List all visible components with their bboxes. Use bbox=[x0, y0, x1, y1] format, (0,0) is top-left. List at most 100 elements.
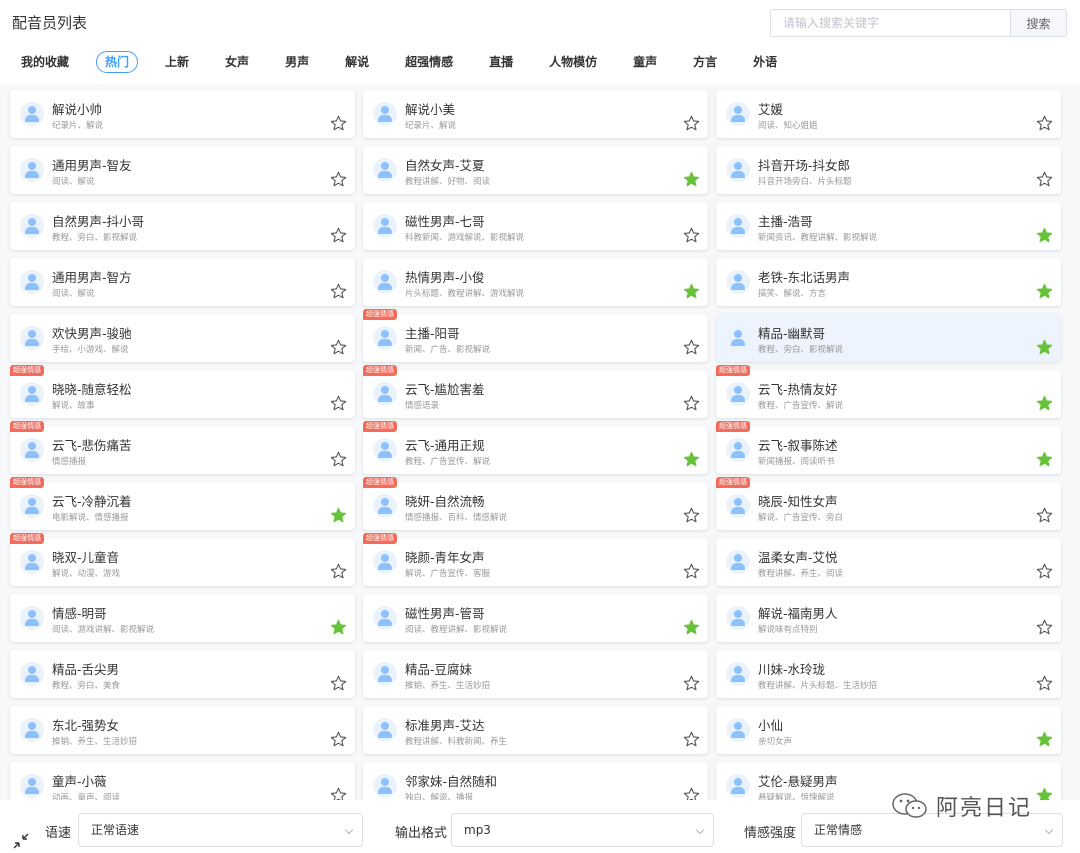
voice-card[interactable]: 晓妍-自然流畅 情感播报、百科、情感解说 超强情感 bbox=[363, 477, 708, 530]
voice-tags: 教程讲解、片头标题、生活妙招 bbox=[758, 681, 878, 691]
emotion-badge: 超强情感 bbox=[363, 365, 397, 376]
favorite-star-filled-icon[interactable] bbox=[1036, 283, 1053, 300]
voice-card[interactable]: 精品-幽默哥 教程、旁白、影视解说 bbox=[716, 314, 1061, 362]
favorite-star-icon[interactable] bbox=[330, 395, 347, 412]
favorite-star-icon[interactable] bbox=[683, 731, 700, 748]
voice-card[interactable]: 晓颜-青年女声 解说、广告宣传、客服 超强情感 bbox=[363, 533, 708, 586]
format-select-value: mp3 bbox=[464, 823, 491, 837]
favorite-star-icon[interactable] bbox=[683, 675, 700, 692]
favorite-star-filled-icon[interactable] bbox=[1036, 395, 1053, 412]
favorite-star-icon[interactable] bbox=[330, 563, 347, 580]
voice-card[interactable]: 晓辰-知性女声 解说、广告宣传、旁白 超强情感 bbox=[716, 477, 1061, 530]
voice-card[interactable]: 云飞-热情友好 教程、广告宣传、解说 超强情感 bbox=[716, 365, 1061, 418]
favorite-star-filled-icon[interactable] bbox=[1036, 731, 1053, 748]
voice-card[interactable]: 云飞-叙事陈述 新闻播报、阅读听书 超强情感 bbox=[716, 421, 1061, 474]
favorite-star-icon[interactable] bbox=[683, 395, 700, 412]
tab-10[interactable]: 方言 bbox=[684, 51, 726, 73]
favorite-star-filled-icon[interactable] bbox=[1036, 787, 1053, 800]
tab-1[interactable]: 热门 bbox=[96, 51, 139, 73]
favorite-star-icon[interactable] bbox=[330, 115, 347, 132]
favorite-star-filled-icon[interactable] bbox=[683, 619, 700, 636]
favorite-star-icon[interactable] bbox=[330, 451, 347, 468]
favorite-star-filled-icon[interactable] bbox=[683, 283, 700, 300]
voice-card[interactable]: 晓晓-随意轻松 解说、故事 超强情感 bbox=[10, 365, 355, 418]
tab-8[interactable]: 人物模仿 bbox=[540, 51, 606, 73]
favorite-star-icon[interactable] bbox=[330, 283, 347, 300]
voice-card[interactable]: 抖音开场-抖女郎 抖音开场旁白、片头标题 bbox=[716, 146, 1061, 194]
tab-3[interactable]: 女声 bbox=[216, 51, 258, 73]
voice-card[interactable]: 老铁-东北话男声 搞笑、解说、方言 bbox=[716, 258, 1061, 306]
favorite-star-icon[interactable] bbox=[683, 507, 700, 524]
tab-5[interactable]: 解说 bbox=[336, 51, 378, 73]
voice-card[interactable]: 解说小帅 纪录片、解说 bbox=[10, 90, 355, 138]
tab-4[interactable]: 男声 bbox=[276, 51, 318, 73]
favorite-star-filled-icon[interactable] bbox=[1036, 339, 1053, 356]
voice-card[interactable]: 主播-阳哥 新闻、广告、影视解说 超强情感 bbox=[363, 309, 708, 362]
shrink-icon[interactable] bbox=[12, 832, 30, 850]
voice-card[interactable]: 川妹-水玲珑 教程讲解、片头标题、生活妙招 bbox=[716, 650, 1061, 698]
voice-card[interactable]: 晓双-儿童音 解说、动漫、游戏 超强情感 bbox=[10, 533, 355, 586]
favorite-star-filled-icon[interactable] bbox=[1036, 227, 1053, 244]
favorite-star-icon[interactable] bbox=[330, 731, 347, 748]
favorite-star-icon[interactable] bbox=[683, 787, 700, 800]
voice-card[interactable]: 温柔女声-艾悦 教程讲解、养生、阅读 bbox=[716, 538, 1061, 586]
favorite-star-filled-icon[interactable] bbox=[683, 451, 700, 468]
favorite-star-icon[interactable] bbox=[330, 227, 347, 244]
voice-card[interactable]: 云飞-通用正规 教程、广告宣传、解说 超强情感 bbox=[363, 421, 708, 474]
favorite-star-icon[interactable] bbox=[1036, 507, 1053, 524]
favorite-star-filled-icon[interactable] bbox=[683, 171, 700, 188]
favorite-star-filled-icon[interactable] bbox=[330, 507, 347, 524]
tab-11[interactable]: 外语 bbox=[744, 51, 786, 73]
favorite-star-filled-icon[interactable] bbox=[330, 619, 347, 636]
favorite-star-icon[interactable] bbox=[330, 339, 347, 356]
avatar-icon bbox=[726, 774, 750, 798]
favorite-star-icon[interactable] bbox=[1036, 675, 1053, 692]
tab-9[interactable]: 童声 bbox=[624, 51, 666, 73]
voice-card[interactable]: 磁性男声-七哥 科教新闻、游戏解说、影视解说 bbox=[363, 202, 708, 250]
favorite-star-filled-icon[interactable] bbox=[1036, 451, 1053, 468]
voice-card[interactable]: 精品-舌尖男 教程、旁白、美食 bbox=[10, 650, 355, 698]
avatar-icon bbox=[20, 662, 44, 686]
favorite-star-icon[interactable] bbox=[683, 227, 700, 244]
favorite-star-icon[interactable] bbox=[1036, 171, 1053, 188]
voice-card[interactable]: 主播-浩哥 新闻资讯、教程讲解、影视解说 bbox=[716, 202, 1061, 250]
voice-card[interactable]: 东北-强势女 推销、养生、生活妙招 bbox=[10, 706, 355, 754]
voice-card[interactable]: 标准男声-艾达 教程讲解、科教新闻、养生 bbox=[363, 706, 708, 754]
voice-card[interactable]: 云飞-尴尬害羞 情感语录 超强情感 bbox=[363, 365, 708, 418]
voice-card[interactable]: 通用男声-智友 阅读、解说 bbox=[10, 146, 355, 194]
voice-card[interactable]: 童声-小薇 动画、童声、阅读 bbox=[10, 762, 355, 800]
favorite-star-icon[interactable] bbox=[330, 171, 347, 188]
tab-6[interactable]: 超强情感 bbox=[396, 51, 462, 73]
voice-card[interactable]: 云飞-冷静沉着 电影解说、情感播报 超强情感 bbox=[10, 477, 355, 530]
voice-card[interactable]: 艾媛 阅读、知心姐姐 bbox=[716, 90, 1061, 138]
format-select[interactable]: mp3 bbox=[451, 813, 714, 847]
search-button[interactable]: 搜索 bbox=[1010, 9, 1067, 37]
voice-card[interactable]: 欢快男声-骏驰 手绘、小游戏、解说 bbox=[10, 314, 355, 362]
favorite-star-icon[interactable] bbox=[1036, 563, 1053, 580]
favorite-star-icon[interactable] bbox=[683, 115, 700, 132]
voice-card[interactable]: 精品-豆腐妹 推销、养生、生活妙招 bbox=[363, 650, 708, 698]
voice-card[interactable]: 自然男声-抖小哥 教程、旁白、影视解说 bbox=[10, 202, 355, 250]
voice-card[interactable]: 邻家妹-自然随和 独白、解说、播报 bbox=[363, 762, 708, 800]
voice-card[interactable]: 云飞-悲伤痛苦 情感播报 超强情感 bbox=[10, 421, 355, 474]
favorite-star-icon[interactable] bbox=[330, 675, 347, 692]
favorite-star-icon[interactable] bbox=[683, 563, 700, 580]
tab-7[interactable]: 直播 bbox=[480, 51, 522, 73]
voice-card[interactable]: 热情男声-小俊 片头标题、教程讲解、游戏解说 bbox=[363, 258, 708, 306]
favorite-star-icon[interactable] bbox=[330, 787, 347, 800]
search-input[interactable] bbox=[770, 9, 1010, 37]
voice-card[interactable]: 自然女声-艾夏 教程讲解、好物、阅读 bbox=[363, 146, 708, 194]
voice-card[interactable]: 情感-明哥 阅读、游戏讲解、影视解说 bbox=[10, 594, 355, 642]
favorite-star-icon[interactable] bbox=[1036, 115, 1053, 132]
favorite-star-icon[interactable] bbox=[1036, 619, 1053, 636]
voice-card[interactable]: 解说-福南男人 解说味有点特别 bbox=[716, 594, 1061, 642]
tab-2[interactable]: 上新 bbox=[156, 51, 198, 73]
voice-card[interactable]: 磁性男声-管哥 阅读、教程讲解、影视解说 bbox=[363, 594, 708, 642]
voice-card[interactable]: 通用男声-智方 阅读、解说 bbox=[10, 258, 355, 306]
favorite-star-icon[interactable] bbox=[683, 339, 700, 356]
voice-card[interactable]: 小仙 亲切女声 bbox=[716, 706, 1061, 754]
speed-select[interactable]: 正常语速 bbox=[78, 813, 363, 847]
tab-0[interactable]: 我的收藏 bbox=[12, 51, 78, 73]
voice-card[interactable]: 解说小美 纪录片、解说 bbox=[363, 90, 708, 138]
voice-list[interactable]: 解说小帅 纪录片、解说 解说小美 纪录片、解说 艾媛 阅读、知心姐姐通用男声-智友 阅读、解… bbox=[0, 84, 1080, 800]
